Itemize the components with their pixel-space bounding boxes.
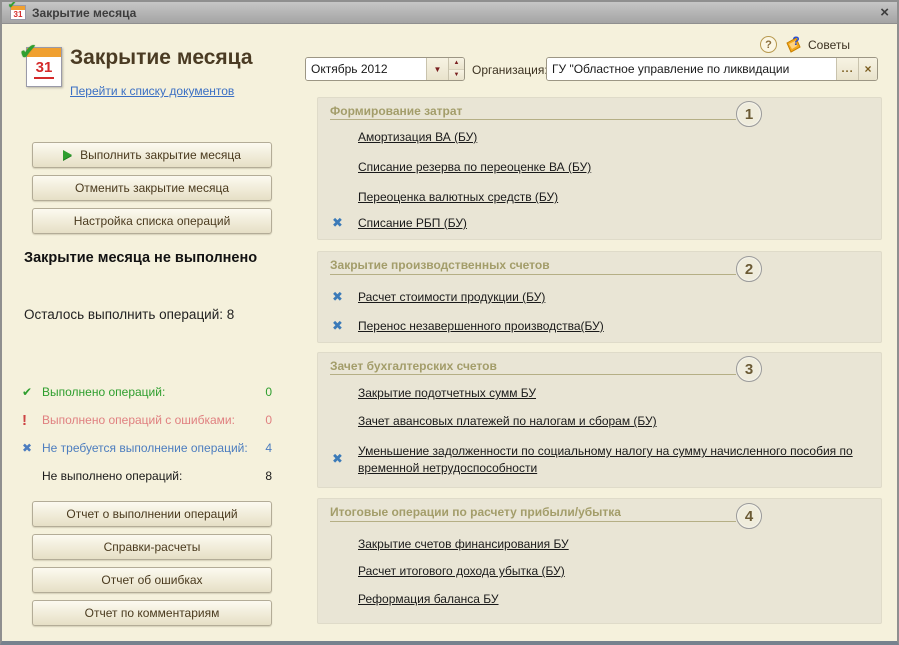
operation-link[interactable]: Закрытие подотчетных сумм БУ [358, 385, 536, 402]
period-spinner[interactable]: ▲ ▼ [448, 58, 464, 80]
close-icon[interactable]: × [880, 5, 889, 20]
x-icon: ✖ [22, 441, 42, 455]
operations-setup-button[interactable]: Настройка списка операций [32, 208, 272, 234]
not-required-icon: ✖ [332, 318, 343, 334]
section-title: Итоговые операции по расчету прибыли/убы… [330, 505, 629, 519]
organization-input[interactable] [547, 58, 836, 80]
section-divider [330, 374, 736, 375]
organization-label: Организация: [472, 63, 548, 77]
section-divider [330, 521, 736, 522]
section-number-badge: 2 [736, 256, 762, 282]
operation-link[interactable]: Переоценка валютных средств (БУ) [358, 189, 558, 206]
section-number-badge: 4 [736, 503, 762, 529]
operation-link[interactable]: Перенос незавершенного производства(БУ) [358, 318, 604, 335]
svg-text:?: ? [792, 35, 799, 48]
run-closing-button[interactable]: Выполнить закрытие месяца [32, 142, 272, 168]
comments-report-button[interactable]: Отчет по комментариям [32, 600, 272, 626]
spin-down-icon[interactable]: ▼ [449, 69, 464, 81]
section-accounting-offset: Зачет бухгалтерских счетов 3 Закрытие по… [317, 352, 882, 488]
calendar-icon: 31 ✔ [10, 5, 26, 20]
period-selector: ▼ ▲ ▼ [305, 57, 465, 81]
not-required-icon: ✖ [332, 451, 343, 467]
spin-up-icon[interactable]: ▲ [449, 58, 464, 69]
month-closing-window: 31 ✔ Закрытие месяца × 31 ✔ Закрытие мес… [0, 0, 899, 645]
play-icon [63, 150, 72, 160]
period-dropdown-icon[interactable]: ▼ [426, 58, 448, 80]
operation-link[interactable]: Зачет авансовых платежей по налогам и сб… [358, 413, 657, 430]
exclamation-icon: ! [22, 412, 42, 429]
operation-link[interactable]: Закрытие счетов финансирования БУ [358, 536, 569, 553]
cancel-closing-button[interactable]: Отменить закрытие месяца [32, 175, 272, 201]
operation-link[interactable]: Расчет итогового дохода убытка (БУ) [358, 563, 565, 580]
execution-report-button[interactable]: Отчет о выполнении операций [32, 501, 272, 527]
calendar-icon-large: 31 ✔ [26, 47, 62, 87]
operation-link[interactable]: Уменьшение задолженности по социальному … [358, 443, 870, 477]
section-title: Формирование затрат [330, 104, 470, 118]
section-divider [330, 119, 736, 120]
counter-done-value: 0 [265, 385, 272, 399]
tips-button[interactable]: ? Советы [785, 35, 850, 54]
counter-errors: ! Выполнено операций с ошибками: 0 [22, 410, 272, 430]
period-input[interactable] [306, 58, 426, 80]
tips-label: Советы [808, 38, 850, 52]
organization-field: ... × [546, 57, 878, 81]
section-title: Закрытие производственных счетов [330, 258, 558, 272]
errors-report-button[interactable]: Отчет об ошибках [32, 567, 272, 593]
section-title: Зачет бухгалтерских счетов [330, 359, 505, 373]
check-icon: ✔ [22, 385, 42, 399]
window-title: Закрытие месяца [32, 6, 136, 20]
titlebar: 31 ✔ Закрытие месяца × [2, 2, 897, 24]
operation-link[interactable]: Реформация баланса БУ [358, 591, 499, 608]
operation-link[interactable]: Расчет стоимости продукции (БУ) [358, 289, 545, 306]
status-title: Закрытие месяца не выполнено [24, 248, 259, 268]
counter-not-done-value: 8 [265, 469, 272, 483]
counter-errors-value: 0 [265, 413, 272, 427]
operation-link[interactable]: Списание РБП (БУ) [358, 215, 467, 232]
help-icon[interactable]: ? [760, 36, 777, 53]
operation-link[interactable]: Списание резерва по переоценке ВА (БУ) [358, 159, 591, 176]
page-title: Закрытие месяца [70, 46, 253, 70]
remaining-operations-text: Осталось выполнить операций: 8 [24, 305, 236, 325]
section-number-badge: 1 [736, 101, 762, 127]
calculations-report-button[interactable]: Справки-расчеты [32, 534, 272, 560]
tips-note-icon: ? [785, 35, 804, 54]
section-divider [330, 274, 736, 275]
section-cost-formation: Формирование затрат 1 Амортизация ВА (БУ… [317, 97, 882, 240]
go-to-documents-link[interactable]: Перейти к списку документов [70, 84, 234, 98]
operation-link[interactable]: Амортизация ВА (БУ) [358, 129, 477, 146]
counter-done: ✔ Выполнено операций: 0 [22, 382, 272, 402]
counter-not-required-value: 4 [265, 441, 272, 455]
organization-clear-icon[interactable]: × [858, 58, 877, 80]
section-profit-loss: Итоговые операции по расчету прибыли/убы… [317, 498, 882, 624]
organization-more-button[interactable]: ... [836, 58, 858, 80]
counter-not-required: ✖ Не требуется выполнение операций: 4 [22, 438, 272, 458]
section-number-badge: 3 [736, 356, 762, 382]
not-required-icon: ✖ [332, 215, 343, 231]
section-production-accounts: Закрытие производственных счетов 2 ✖ Рас… [317, 251, 882, 343]
counter-not-done: Не выполнено операций: 8 [22, 466, 272, 486]
not-required-icon: ✖ [332, 289, 343, 305]
